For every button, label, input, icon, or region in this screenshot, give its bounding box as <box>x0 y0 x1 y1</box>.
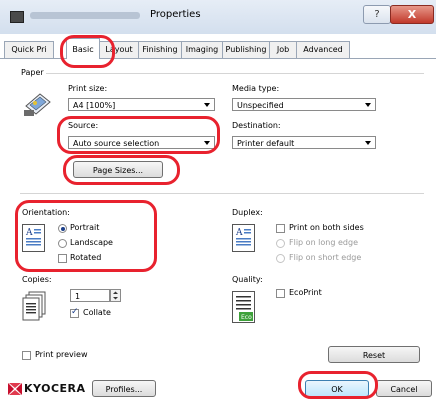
eco-tag: Eco <box>241 314 252 321</box>
print-preview-checkbox[interactable] <box>22 351 31 360</box>
print-size-value: A4 [100%] <box>73 101 116 110</box>
tab-finishing[interactable]: Finishing <box>138 41 182 58</box>
chevron-down-icon <box>204 141 210 145</box>
media-type-select[interactable]: Unspecified <box>232 98 376 111</box>
paper-divider <box>46 73 424 74</box>
portrait-page-icon: A <box>22 224 45 252</box>
print-both-sides-label: Print on both sides <box>289 223 364 232</box>
landscape-label: Landscape <box>70 238 113 247</box>
landscape-radio[interactable] <box>58 239 67 248</box>
portrait-label: Portrait <box>70 223 100 232</box>
source-value: Auto source selection <box>73 139 160 148</box>
copies-value: 1 <box>75 292 81 301</box>
svg-text:A: A <box>25 228 33 238</box>
destination-select[interactable]: Printer default <box>232 136 376 149</box>
cancel-button[interactable]: Cancel <box>376 380 432 397</box>
flip-long-edge-label: Flip on long edge <box>289 238 358 247</box>
section-divider <box>20 193 424 194</box>
help-button[interactable]: ? <box>363 5 391 24</box>
copies-input[interactable]: 1 <box>70 289 110 302</box>
source-label: Source: <box>68 121 99 130</box>
paper-icon <box>22 88 52 118</box>
ecoprint-page-icon: Eco <box>232 291 255 323</box>
reset-button[interactable]: Reset <box>328 346 420 363</box>
destination-label: Destination: <box>232 121 281 130</box>
printer-name-redacted <box>30 12 140 19</box>
copies-label: Copies: <box>22 275 52 284</box>
tab-advanced[interactable]: Advanced <box>296 41 350 58</box>
flip-short-edge-label: Flip on short edge <box>289 253 362 262</box>
chevron-down-icon <box>204 103 210 107</box>
flip-long-edge-radio[interactable] <box>276 239 285 248</box>
chevron-down-icon <box>365 103 371 107</box>
tab-layout[interactable]: Layout <box>99 41 139 58</box>
tab-strip: Quick Pri Basic Layout Finishing Imaging… <box>0 38 436 59</box>
printer-icon <box>10 11 24 23</box>
duplex-label: Duplex: <box>232 208 263 217</box>
orientation-label: Orientation: <box>22 208 70 217</box>
kyocera-logo-text: KYOCERA <box>24 382 86 395</box>
rotated-checkbox[interactable] <box>58 254 67 263</box>
ok-button[interactable]: OK <box>305 380 369 397</box>
duplex-page-icon: A <box>232 224 255 252</box>
tab-publishing[interactable]: Publishing <box>222 41 270 58</box>
paper-group-label: Paper <box>21 68 44 77</box>
ecoprint-label: EcoPrint <box>289 288 322 297</box>
kyocera-logo-icon <box>8 383 22 395</box>
tab-imaging[interactable]: Imaging <box>181 41 223 58</box>
media-type-label: Media type: <box>232 84 280 93</box>
print-size-label: Print size: <box>68 84 108 93</box>
copies-stack-icon <box>22 291 46 321</box>
tab-job[interactable]: Job <box>269 41 297 58</box>
print-size-select[interactable]: A4 [100%] <box>68 98 215 111</box>
source-select[interactable]: Auto source selection <box>68 136 215 149</box>
collate-checkbox[interactable] <box>70 307 79 318</box>
close-button[interactable]: X <box>390 5 434 24</box>
window-title: Properties <box>150 9 201 20</box>
print-both-sides-checkbox[interactable] <box>276 224 285 233</box>
portrait-radio[interactable] <box>58 224 67 233</box>
flip-short-edge-radio[interactable] <box>276 254 285 263</box>
collate-label: Collate <box>83 308 111 317</box>
destination-value: Printer default <box>237 139 295 148</box>
ecoprint-checkbox[interactable] <box>276 289 285 298</box>
quality-label: Quality: <box>232 275 263 284</box>
rotated-label: Rotated <box>70 253 102 262</box>
tab-quick-print[interactable]: Quick Pri <box>4 41 54 58</box>
chevron-down-icon <box>365 141 371 145</box>
svg-text:A: A <box>235 228 243 238</box>
profiles-button[interactable]: Profiles... <box>92 380 156 397</box>
page-sizes-button[interactable]: Page Sizes... <box>73 161 163 178</box>
tab-basic[interactable]: Basic <box>66 38 100 59</box>
copies-stepper[interactable] <box>110 289 121 302</box>
media-type-value: Unspecified <box>237 101 284 110</box>
print-preview-label: Print preview <box>35 350 88 359</box>
